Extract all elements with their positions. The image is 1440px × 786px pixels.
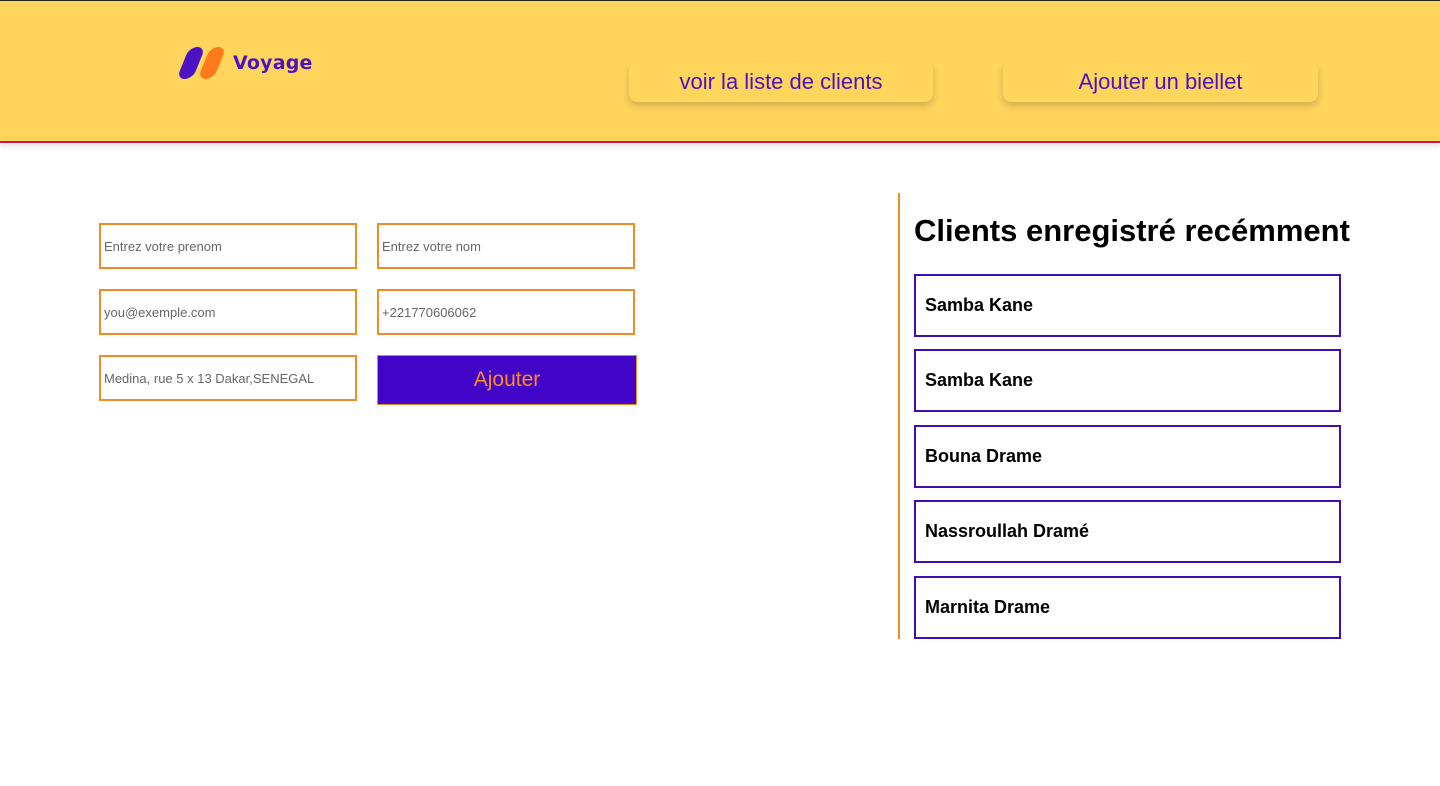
brand-name: Voyage: [233, 52, 313, 74]
recent-clients-title: Clients enregistré recémment: [914, 213, 1350, 248]
brand-logo[interactable]: Voyage: [176, 47, 313, 79]
client-card[interactable]: Samba Kane: [914, 274, 1341, 337]
client-card[interactable]: Marnita Drame: [914, 576, 1341, 639]
client-card[interactable]: Nassroullah Dramé: [914, 500, 1341, 563]
telephone-input[interactable]: [377, 289, 635, 335]
email-input[interactable]: [99, 289, 357, 335]
prenom-input[interactable]: [99, 223, 357, 269]
add-client-button[interactable]: Ajouter: [377, 355, 637, 405]
top-header: Voyage voir la liste de clients Ajouter …: [0, 0, 1440, 143]
add-ticket-button[interactable]: Ajouter un biellet: [1003, 62, 1318, 102]
view-clients-button[interactable]: voir la liste de clients: [629, 62, 933, 102]
panel-divider: [898, 193, 900, 639]
voyage-logo-icon: [176, 47, 227, 79]
client-card[interactable]: Samba Kane: [914, 349, 1341, 412]
adresse-input[interactable]: [99, 355, 357, 401]
client-card[interactable]: Bouna Drame: [914, 425, 1341, 488]
nom-input[interactable]: [377, 223, 635, 269]
